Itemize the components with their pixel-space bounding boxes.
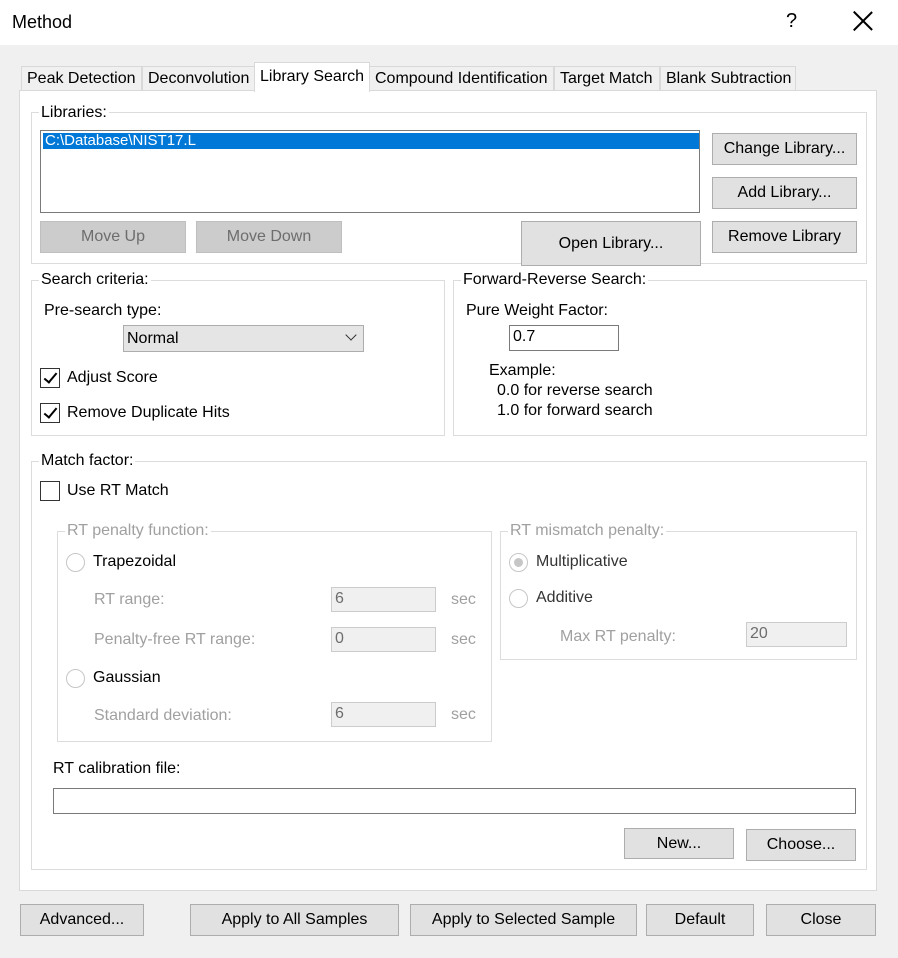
std-dev-label: Standard deviation:	[94, 707, 232, 724]
std-dev-input[interactable]: 6	[331, 702, 436, 727]
default-button[interactable]: Default	[646, 904, 754, 936]
max-rt-penalty-input[interactable]: 20	[746, 622, 847, 647]
rt-penalty-function-label: RT penalty function:	[65, 522, 211, 540]
window-title: Method	[12, 12, 73, 32]
penalty-free-input[interactable]: 0	[331, 627, 436, 652]
use-rt-match-label: Use RT Match	[67, 482, 169, 499]
remove-duplicates-checkbox[interactable]	[40, 403, 60, 423]
rt-calibration-input[interactable]	[53, 788, 856, 814]
advanced-button[interactable]: Advanced...	[20, 904, 144, 936]
additive-radio[interactable]	[509, 589, 528, 608]
gaussian-radio[interactable]	[66, 669, 85, 688]
move-up-button[interactable]: Move Up	[40, 221, 186, 253]
multiplicative-label: Multiplicative	[536, 553, 628, 570]
rt-mismatch-label: RT mismatch penalty:	[508, 522, 667, 540]
trapezoidal-label: Trapezoidal	[93, 553, 177, 570]
apply-all-samples-button[interactable]: Apply to All Samples	[190, 904, 399, 936]
tab-blank-subtraction[interactable]: Blank Subtraction	[660, 66, 796, 90]
match-factor-label: Match factor:	[39, 452, 136, 470]
apply-selected-sample-button[interactable]: Apply to Selected Sample	[410, 904, 637, 936]
std-dev-unit: sec	[451, 706, 476, 723]
close-icon[interactable]	[852, 10, 874, 32]
close-button[interactable]: Close	[766, 904, 876, 936]
remove-library-button[interactable]: Remove Library	[712, 221, 857, 253]
example-label: Example:	[489, 362, 556, 379]
forward-reverse-label: Forward-Reverse Search:	[461, 271, 649, 289]
tab-compound-identification[interactable]: Compound Identification	[369, 66, 554, 90]
rt-range-unit: sec	[451, 591, 476, 608]
presearch-type-label: Pre-search type:	[44, 302, 162, 319]
tab-library-search[interactable]: Library Search	[254, 62, 370, 92]
add-library-button[interactable]: Add Library...	[712, 177, 857, 209]
example-forward: 1.0 for forward search	[497, 402, 653, 419]
pure-weight-input[interactable]: 0.7	[509, 325, 619, 351]
rt-calibration-label: RT calibration file:	[53, 760, 181, 777]
use-rt-match-checkbox[interactable]	[40, 481, 60, 501]
trapezoidal-radio[interactable]	[66, 553, 85, 572]
penalty-free-label: Penalty-free RT range:	[94, 631, 256, 648]
multiplicative-radio[interactable]	[509, 553, 528, 572]
additive-label: Additive	[536, 589, 593, 606]
remove-duplicates-label: Remove Duplicate Hits	[67, 404, 230, 421]
rt-range-label: RT range:	[94, 591, 165, 608]
max-rt-penalty-label: Max RT penalty:	[560, 628, 676, 645]
help-button[interactable]: ?	[786, 10, 797, 33]
adjust-score-label: Adjust Score	[67, 369, 158, 386]
search-criteria-label: Search criteria:	[39, 271, 151, 289]
libraries-label: Libraries:	[39, 104, 109, 122]
pure-weight-label: Pure Weight Factor:	[466, 302, 608, 319]
adjust-score-checkbox[interactable]	[40, 368, 60, 388]
move-down-button[interactable]: Move Down	[196, 221, 342, 253]
new-calibration-button[interactable]: New...	[624, 828, 734, 859]
open-library-button[interactable]: Open Library...	[521, 221, 701, 266]
tab-target-match[interactable]: Target Match	[554, 66, 660, 90]
chevron-down-icon	[345, 329, 357, 341]
presearch-type-value: Normal	[127, 330, 179, 347]
gaussian-label: Gaussian	[93, 669, 161, 686]
list-item[interactable]: C:\Database\NIST17.L	[43, 133, 699, 149]
rt-range-input[interactable]: 6	[331, 587, 436, 612]
libraries-list[interactable]: C:\Database\NIST17.L	[40, 130, 700, 213]
tab-peak-detection[interactable]: Peak Detection	[21, 66, 142, 90]
presearch-type-select[interactable]: Normal	[123, 325, 364, 352]
tab-deconvolution[interactable]: Deconvolution	[142, 66, 255, 90]
title-bar: Method ?	[0, 0, 898, 45]
penalty-free-unit: sec	[451, 631, 476, 648]
change-library-button[interactable]: Change Library...	[712, 133, 857, 165]
choose-calibration-button[interactable]: Choose...	[746, 829, 856, 861]
example-reverse: 0.0 for reverse search	[497, 382, 653, 399]
